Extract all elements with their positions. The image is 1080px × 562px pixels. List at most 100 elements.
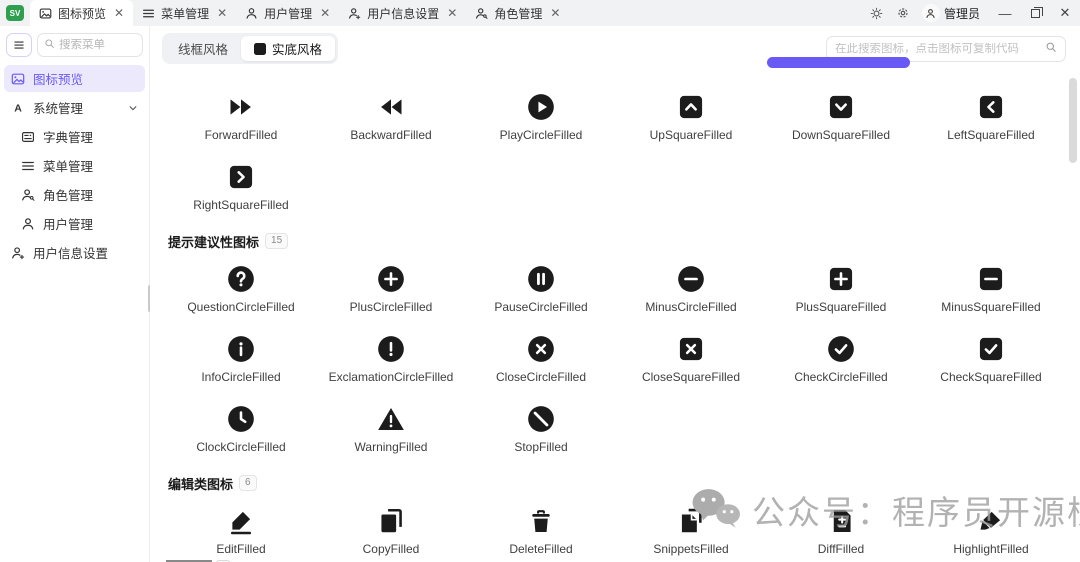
icon-card-plus-square[interactable]: PlusSquareFilled xyxy=(766,254,916,324)
style-switch: 线框风格实底风格 xyxy=(162,33,338,64)
sidebar: 图标预览A 系统管理 字典管理 菜单管理 角色管理 用户管理 用户信息设置 xyxy=(0,26,150,562)
icon-card-down-square[interactable]: DownSquareFilled xyxy=(766,82,916,152)
icon-card-copy[interactable]: CopyFilled xyxy=(316,496,466,562)
play-circle-icon xyxy=(527,93,555,121)
delete-icon xyxy=(527,507,555,535)
icon-card-plus-circle[interactable]: PlusCircleFilled xyxy=(316,254,466,324)
icon-card-clock-circle[interactable]: ClockCircleFilled xyxy=(166,394,316,464)
icon-name: DownSquareFilled xyxy=(792,128,890,142)
svg-text:A: A xyxy=(14,102,22,114)
titlebar-tab[interactable]: 用户管理 ✕ xyxy=(236,0,339,26)
sidebar-search-input[interactable] xyxy=(59,39,129,51)
section-grid: ForwardFilled BackwardFilled PlayCircleF… xyxy=(166,82,1080,222)
icon-search-input[interactable] xyxy=(835,43,1039,55)
forward-icon xyxy=(227,93,255,121)
pause-circle-icon xyxy=(527,265,555,293)
icon-name: HighlightFilled xyxy=(953,542,1028,556)
sidebar-item[interactable]: 角色管理 xyxy=(4,181,145,208)
sidebar-item[interactable]: 用户管理 xyxy=(4,210,145,237)
sidebar-item[interactable]: 图标预览 xyxy=(4,65,145,92)
tab-close-icon[interactable]: ✕ xyxy=(217,6,227,20)
tab-close-icon[interactable]: ✕ xyxy=(320,6,330,20)
minimize-button[interactable]: — xyxy=(990,0,1020,26)
icon-card-edit[interactable]: EditFilled xyxy=(166,496,316,562)
icon-card-forward[interactable]: ForwardFilled xyxy=(166,82,316,152)
sidebar-item[interactable]: 用户信息设置 xyxy=(4,239,145,266)
icon-card-minus-square[interactable]: MinusSquareFilled xyxy=(916,254,1066,324)
icon-card-backward[interactable]: BackwardFilled xyxy=(316,82,466,152)
user-name[interactable]: 管理员 xyxy=(944,5,980,22)
question-circle-icon xyxy=(227,265,255,293)
backward-icon xyxy=(377,93,405,121)
icon-card-diff[interactable]: DiffFilled xyxy=(766,496,916,562)
sidebar-collapse-button[interactable] xyxy=(6,33,32,57)
icon-card-delete[interactable]: DeleteFilled xyxy=(466,496,616,562)
icon-card-highlight[interactable]: HighlightFilled xyxy=(916,496,1066,562)
icon-card-warning[interactable]: WarningFilled xyxy=(316,394,466,464)
user-icon xyxy=(20,217,35,231)
settings-gear-icon[interactable] xyxy=(890,0,916,26)
titlebar-tab[interactable]: 角色管理 ✕ xyxy=(466,0,569,26)
left-square-icon xyxy=(977,93,1005,121)
sidebar-item[interactable]: A 系统管理 xyxy=(4,94,145,121)
theme-toggle-icon[interactable] xyxy=(864,0,890,26)
image-icon xyxy=(10,72,25,86)
tab-close-icon[interactable]: ✕ xyxy=(114,6,124,20)
info-circle-icon xyxy=(227,335,255,363)
icon-card-play-circle[interactable]: PlayCircleFilled xyxy=(466,82,616,152)
icon-preview-panel: 线框风格实底风格 ForwardFilled BackwardFilled Pl… xyxy=(150,26,1080,562)
tab-close-icon[interactable]: ✕ xyxy=(550,6,560,20)
exclamation-circle-icon xyxy=(377,335,405,363)
user-avatar[interactable] xyxy=(922,4,940,22)
clock-circle-icon xyxy=(227,405,255,433)
icon-name: DiffFilled xyxy=(818,542,864,556)
titlebar-tab[interactable]: 图标预览 ✕ xyxy=(30,0,133,26)
scrolled-button-sliver[interactable] xyxy=(767,57,910,68)
icon-card-info-circle[interactable]: InfoCircleFilled xyxy=(166,324,316,394)
icon-card-close-circle[interactable]: CloseCircleFilled xyxy=(466,324,616,394)
check-circle-icon xyxy=(827,335,855,363)
tab-label: 图标预览 xyxy=(58,5,106,22)
icon-name: ClockCircleFilled xyxy=(196,440,285,454)
icon-name: BackwardFilled xyxy=(350,128,431,142)
sidebar-item[interactable]: 字典管理 xyxy=(4,123,145,150)
search-icon xyxy=(44,36,55,54)
up-square-icon xyxy=(677,93,705,121)
icon-name: UpSquareFilled xyxy=(650,128,733,142)
icon-card-left-square[interactable]: LeftSquareFilled xyxy=(916,82,1066,152)
icon-card-snippets[interactable]: SnippetsFilled xyxy=(616,496,766,562)
icon-card-close-square[interactable]: CloseSquareFilled xyxy=(616,324,766,394)
tab-label: 菜单管理 xyxy=(161,5,209,22)
icon-card-stop[interactable]: StopFilled xyxy=(466,394,616,464)
icon-card-up-square[interactable]: UpSquareFilled xyxy=(616,82,766,152)
titlebar-tab[interactable]: 菜单管理 ✕ xyxy=(133,0,236,26)
icon-card-check-circle[interactable]: CheckCircleFilled xyxy=(766,324,916,394)
window-titlebar: SV 图标预览 ✕ 菜单管理 ✕ 用户管理 ✕ 用户信息设置 ✕ 角色管理 ✕ … xyxy=(0,0,1080,26)
content-header: 线框风格实底风格 xyxy=(150,26,1080,68)
sidebar-item-label: 用户管理 xyxy=(43,214,93,233)
sidebar-item[interactable]: 菜单管理 xyxy=(4,152,145,179)
style-tab[interactable]: 线框风格 xyxy=(165,36,241,61)
titlebar-tab[interactable]: 用户信息设置 ✕ xyxy=(339,0,466,26)
user-plus-icon xyxy=(348,7,361,20)
close-button[interactable]: ✕ xyxy=(1050,0,1080,26)
style-tab[interactable]: 实底风格 xyxy=(241,36,335,61)
icon-card-check-square[interactable]: CheckSquareFilled xyxy=(916,324,1066,394)
restore-button[interactable] xyxy=(1020,0,1050,26)
icon-name: StopFilled xyxy=(514,440,567,454)
icon-card-question-circle[interactable]: QuestionCircleFilled xyxy=(166,254,316,324)
tab-close-icon[interactable]: ✕ xyxy=(447,6,457,20)
icon-name: QuestionCircleFilled xyxy=(187,300,294,314)
minus-circle-icon xyxy=(677,265,705,293)
icon-name: PlusSquareFilled xyxy=(796,300,887,314)
icon-name: ForwardFilled xyxy=(205,128,278,142)
close-square-icon xyxy=(677,335,705,363)
icon-card-exclamation-circle[interactable]: ExclamationCircleFilled xyxy=(316,324,466,394)
icon-card-minus-circle[interactable]: MinusCircleFilled xyxy=(616,254,766,324)
content-scrollbar-thumb[interactable] xyxy=(1069,78,1077,163)
icon-card-pause-circle[interactable]: PauseCircleFilled xyxy=(466,254,616,324)
style-tab-label: 线框风格 xyxy=(178,39,228,58)
icon-card-right-square[interactable]: RightSquareFilled xyxy=(166,152,316,222)
icon-name: DeleteFilled xyxy=(509,542,572,556)
sidebar-search[interactable] xyxy=(37,33,143,57)
